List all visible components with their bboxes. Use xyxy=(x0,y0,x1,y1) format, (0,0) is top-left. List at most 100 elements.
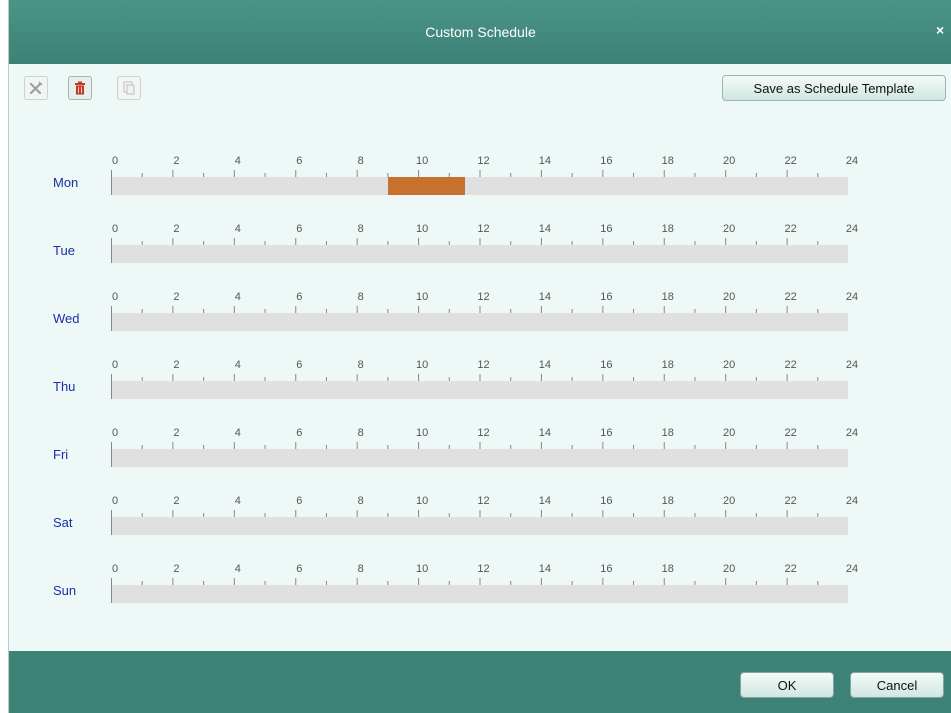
hour-label: 6 xyxy=(296,563,303,575)
hour-label: 4 xyxy=(234,223,241,235)
delete-selection-button[interactable] xyxy=(24,76,48,100)
hour-label: 24 xyxy=(845,495,859,507)
hour-label: 22 xyxy=(784,359,797,371)
hour-label: 20 xyxy=(723,291,736,303)
hour-label: 2 xyxy=(173,291,180,303)
hour-label: 16 xyxy=(600,359,613,371)
hour-label: 2 xyxy=(173,223,180,235)
custom-schedule-dialog: Custom Schedule × Save as Schedule Templ… xyxy=(8,0,951,713)
hour-label: 10 xyxy=(415,427,429,439)
hour-label: 0 xyxy=(111,223,119,235)
hour-label: 20 xyxy=(723,223,736,235)
hour-label: 0 xyxy=(111,155,119,167)
hour-label: 20 xyxy=(723,359,736,371)
save-as-template-button[interactable]: Save as Schedule Template xyxy=(722,75,946,101)
schedule-bar-fri[interactable] xyxy=(111,449,848,467)
hour-label: 18 xyxy=(661,359,674,371)
hour-label: 6 xyxy=(296,427,303,439)
hour-label: 6 xyxy=(296,223,303,235)
day-label: Sat xyxy=(53,515,73,530)
hour-label: 16 xyxy=(600,291,613,303)
hour-label: 24 xyxy=(845,291,859,303)
hour-label: 24 xyxy=(845,155,859,167)
hour-label: 12 xyxy=(477,223,490,235)
hour-label: 18 xyxy=(661,563,674,575)
schedule-bar-sat[interactable] xyxy=(111,517,848,535)
hour-label: 14 xyxy=(538,563,552,575)
copy-icon xyxy=(123,81,135,95)
hour-ticks xyxy=(111,306,819,313)
hour-label: 20 xyxy=(723,563,736,575)
hour-label: 12 xyxy=(477,495,490,507)
hour-label: 14 xyxy=(538,291,552,303)
hour-label: 4 xyxy=(234,155,241,167)
hour-label: 22 xyxy=(784,223,797,235)
hour-label: 14 xyxy=(538,427,552,439)
hour-label: 24 xyxy=(845,223,859,235)
hour-label: 22 xyxy=(784,291,797,303)
hour-label: 8 xyxy=(357,563,364,575)
hour-label: 22 xyxy=(784,495,797,507)
hour-label: 10 xyxy=(415,291,429,303)
hour-label: 0 xyxy=(111,359,119,371)
hour-label: 12 xyxy=(477,155,490,167)
hour-label: 10 xyxy=(415,223,429,235)
hour-label: 22 xyxy=(784,563,797,575)
hour-label: 2 xyxy=(173,495,180,507)
hour-label: 0 xyxy=(111,427,119,439)
hour-label: 20 xyxy=(723,495,736,507)
hour-label: 10 xyxy=(415,155,429,167)
hour-label: 12 xyxy=(477,563,490,575)
copy-button[interactable] xyxy=(117,76,141,100)
day-label: Tue xyxy=(53,243,75,258)
day-label: Fri xyxy=(53,447,69,462)
day-label: Wed xyxy=(53,311,80,326)
hour-label: 18 xyxy=(661,223,674,235)
hour-label: 16 xyxy=(600,427,613,439)
schedule-bar-mon[interactable] xyxy=(111,177,848,195)
delete-all-button[interactable] xyxy=(68,76,92,100)
hour-label: 14 xyxy=(538,155,552,167)
hour-label: 16 xyxy=(600,563,613,575)
schedule-segment[interactable] xyxy=(388,177,466,195)
hour-ticks xyxy=(111,170,819,177)
hour-label: 18 xyxy=(661,291,674,303)
close-icon[interactable]: × xyxy=(936,22,950,38)
hour-label: 14 xyxy=(538,223,552,235)
hour-label: 0 xyxy=(111,291,119,303)
hour-label: 2 xyxy=(173,563,180,575)
hour-ticks xyxy=(111,510,819,517)
hour-label: 10 xyxy=(415,359,429,371)
hour-label: 24 xyxy=(845,359,859,371)
hour-label: 24 xyxy=(845,427,859,439)
hour-label: 22 xyxy=(784,427,797,439)
schedule-bar-thu[interactable] xyxy=(111,381,848,399)
hour-label: 2 xyxy=(173,155,180,167)
hour-label: 4 xyxy=(234,563,241,575)
day-label: Sun xyxy=(53,583,77,598)
hour-label: 0 xyxy=(111,563,119,575)
schedule-bar-sun[interactable] xyxy=(111,585,848,603)
cancel-button[interactable]: Cancel xyxy=(850,672,944,698)
schedule-bar-wed[interactable] xyxy=(111,313,848,331)
schedule-bar-tue[interactable] xyxy=(111,245,848,263)
x-icon xyxy=(29,81,43,95)
title-bar: Custom Schedule × xyxy=(9,0,951,64)
schedule-row-thu: Thu 0 2 4 6 8 10 12 14 16 18 20 22 24 xyxy=(9,359,951,419)
ok-button[interactable]: OK xyxy=(740,672,834,698)
schedule-row-wed: Wed 0 2 4 6 8 10 12 14 16 18 20 22 24 xyxy=(9,291,951,351)
hour-label: 12 xyxy=(477,291,490,303)
hour-label: 16 xyxy=(600,155,613,167)
hour-label: 18 xyxy=(661,155,674,167)
hour-label: 0 xyxy=(111,495,119,507)
hour-label: 4 xyxy=(234,495,241,507)
schedule-row-tue: Tue 0 2 4 6 8 10 12 14 16 18 20 22 24 xyxy=(9,223,951,283)
hour-label: 8 xyxy=(357,291,364,303)
hour-label: 12 xyxy=(477,427,490,439)
hour-label: 8 xyxy=(357,495,364,507)
hour-label: 8 xyxy=(357,359,364,371)
hour-label: 6 xyxy=(296,291,303,303)
hour-label: 6 xyxy=(296,495,303,507)
hour-label: 14 xyxy=(538,495,552,507)
schedule-row-mon: Mon 0 2 4 6 8 10 12 14 16 18 20 22 24 xyxy=(9,155,951,215)
